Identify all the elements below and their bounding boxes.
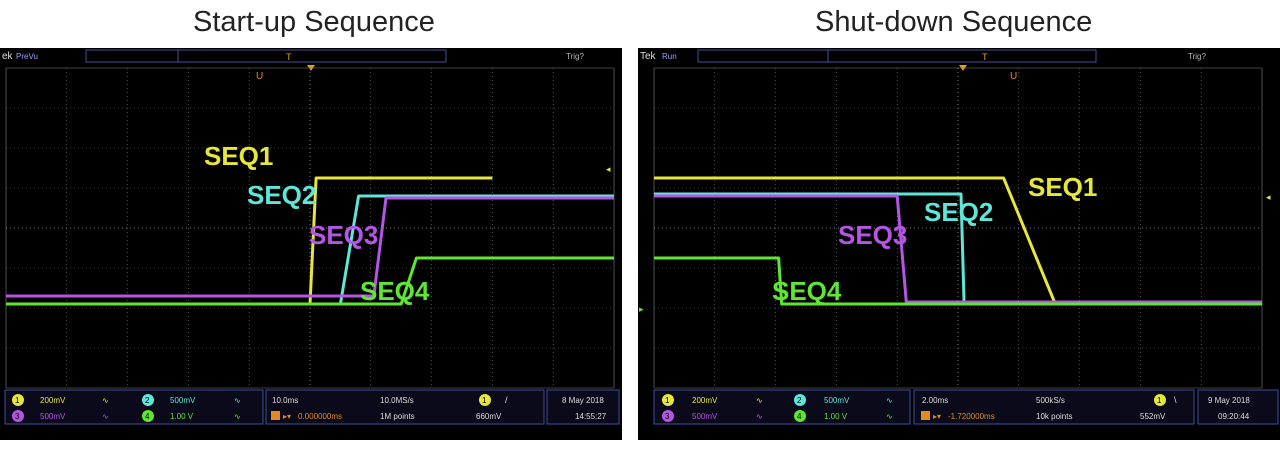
delay-arrow-icon: ▸▾	[933, 412, 941, 421]
trigger-source: 1	[482, 396, 487, 405]
sample-rate: 500kS/s	[1036, 396, 1065, 405]
trigger-level: 660mV	[476, 412, 502, 421]
ch2-scale: 500mV	[170, 396, 196, 405]
ch4-scale: 1.00 V	[170, 412, 194, 421]
record-length: 1M points	[380, 412, 415, 421]
seq1-label: SEQ1	[204, 141, 273, 171]
trigger-position-icon: T	[286, 52, 292, 62]
trigger-level-marker-icon: ◂	[606, 164, 611, 174]
record-view-bar-left	[697, 49, 829, 63]
acq-mode: PreVu	[16, 52, 38, 61]
trigger-level: 552mV	[1140, 412, 1166, 421]
ch2-number: 2	[145, 396, 150, 405]
graticule	[653, 67, 1263, 389]
ch1-bw-icon: ∿	[756, 396, 763, 405]
record-view-bar-left	[85, 49, 179, 63]
scope-brand: Tek	[640, 51, 657, 62]
readout-panel: 1 200mV ∿ 3 500mV ∿ 2 500mV ∿ 4 1.00 V ∿…	[4, 389, 620, 425]
ch4-bw-icon: ∿	[886, 412, 893, 421]
ch3-bw-icon: ∿	[102, 412, 109, 421]
startup-scope-svg: ek PreVu T Trig? U ◂ SEQ1 SEQ2 SEQ3 SEQ4…	[2, 49, 620, 425]
seq1-label: SEQ1	[1028, 172, 1097, 202]
ch3-scale: 500mV	[40, 412, 66, 421]
trigger-marker-icon: U	[256, 71, 263, 82]
seq3-label: SEQ3	[838, 220, 907, 250]
left-title: Start-up Sequence	[193, 6, 435, 38]
trigger-source: 1	[1157, 396, 1162, 405]
trigger-position-icon: T	[982, 52, 988, 62]
trigger-level-marker-icon: ◂	[1266, 192, 1271, 202]
ch3-scale: 500mV	[692, 412, 718, 421]
ch1-number: 1	[665, 396, 670, 405]
ch1-scale: 200mV	[40, 396, 66, 405]
ch2-bw-icon: ∿	[234, 396, 241, 405]
ch1-bw-icon: ∿	[102, 396, 109, 405]
timebase: 10.0ms	[272, 396, 298, 405]
ch2-scale: 500mV	[824, 396, 850, 405]
time: 09:20:44	[1218, 412, 1250, 421]
time: 14:55:27	[575, 412, 607, 421]
trigger-marker-icon: U	[1010, 71, 1017, 82]
delay-value: -1.720000ms	[948, 412, 995, 421]
seq3-label: SEQ3	[309, 220, 378, 250]
seq4-label: SEQ4	[360, 276, 430, 306]
scope-brand: ek	[2, 51, 14, 62]
shutdown-scope-svg: Tek Run T Trig? U ▸ ◂ SEQ1 SEQ2 SEQ3 SEQ…	[639, 49, 1279, 425]
ch2-bw-icon: ∿	[886, 396, 893, 405]
shutdown-scope-screen: Tek Run T Trig? U ▸ ◂ SEQ1 SEQ2 SEQ3 SEQ…	[638, 48, 1280, 440]
record-view-bar-right	[827, 49, 1097, 63]
ch3-number: 3	[665, 412, 670, 421]
delay-value: 0.000000ms	[298, 412, 342, 421]
trig-status: Trig?	[566, 52, 584, 61]
seq4-label: SEQ4	[772, 276, 842, 306]
record-length: 10k points	[1036, 412, 1072, 421]
date: 8 May 2018	[562, 396, 604, 405]
ch1-scale: 200mV	[692, 396, 718, 405]
delay-arrow-icon: ▸▾	[283, 412, 291, 421]
ch4-number: 4	[797, 412, 802, 421]
ch3-number: 3	[15, 412, 20, 421]
ch4-bw-icon: ∿	[234, 412, 241, 421]
ch4-scale: 1.00 V	[824, 412, 848, 421]
sample-rate: 10.0MS/s	[380, 396, 414, 405]
acq-mode: Run	[662, 52, 677, 61]
seq2-label: SEQ2	[924, 197, 993, 227]
ch1-number: 1	[15, 396, 20, 405]
readout-panel: 1 200mV ∿ 3 500mV ∿ 2 500mV ∿ 4 1.00 V ∿…	[653, 389, 1279, 425]
seq2-label: SEQ2	[247, 180, 316, 210]
delay-icon	[921, 411, 930, 420]
ch3-bw-icon: ∿	[756, 412, 763, 421]
timebase: 2.00ms	[922, 396, 948, 405]
trig-status: Trig?	[1188, 52, 1206, 61]
ch4-number: 4	[145, 412, 150, 421]
delay-icon	[271, 411, 280, 420]
date: 9 May 2018	[1208, 396, 1250, 405]
ch4-ground-marker-icon: ▸	[639, 304, 644, 314]
record-view-bar-right	[177, 49, 447, 63]
startup-scope-screen: ek PreVu T Trig? U ◂ SEQ1 SEQ2 SEQ3 SEQ4…	[0, 48, 622, 440]
right-title: Shut-down Sequence	[815, 6, 1093, 38]
ch2-number: 2	[797, 396, 802, 405]
